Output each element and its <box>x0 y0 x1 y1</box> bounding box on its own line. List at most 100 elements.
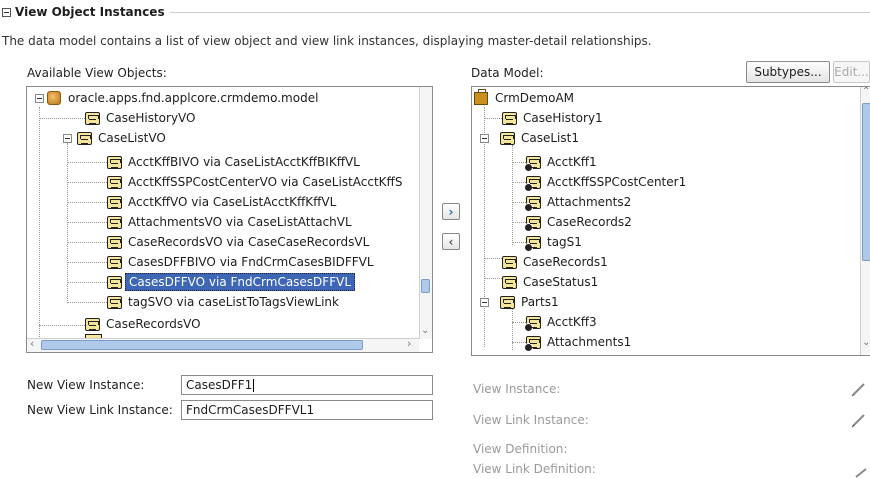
tree-node-label: CaseRecordsVO <box>106 317 201 331</box>
view-link-instance-icon <box>524 155 541 172</box>
edit-button[interactable]: Edit... <box>833 61 870 83</box>
scroll-right-icon[interactable]: › <box>407 337 411 350</box>
tree-node[interactable]: tagSVO via caseListToTagsViewLink <box>107 292 342 312</box>
view-instance-icon <box>502 111 517 125</box>
section-header[interactable]: View Object Instances <box>2 4 165 20</box>
data-model-label: Data Model: <box>471 66 544 80</box>
view-object-icon <box>107 195 122 209</box>
tree-node-label: CasesDFFBIVO via FndCrmCasesBIDFFVL <box>128 255 374 269</box>
scroll-up-icon[interactable]: ⌃ <box>862 87 870 97</box>
view-link-instance-icon <box>524 235 541 252</box>
tree-node-label: CaseList1 <box>521 131 579 145</box>
package-icon <box>47 91 61 105</box>
horizontal-scrollbar[interactable]: ‹ › <box>27 337 419 352</box>
tree-line <box>512 322 526 323</box>
tree-line <box>67 222 107 223</box>
tree-line <box>484 107 485 347</box>
tree-line <box>39 118 85 119</box>
tree-node[interactable]: Attachments1 <box>524 332 634 352</box>
new-view-instance-value: CasesDFF1 <box>186 378 253 392</box>
tree-line <box>67 242 107 243</box>
tree-node[interactable]: CaseList1 <box>500 128 582 148</box>
collapse-toggle-icon[interactable] <box>35 94 44 103</box>
tree-node[interactable]: AcctKffSSPCostCenter1 <box>524 172 689 192</box>
tree-node[interactable]: CaseRecordsVO via CaseCaseRecordsVL <box>107 232 372 252</box>
tree-node-label: AcctKffBIVO via CaseListAcctKffBIKffVL <box>128 155 360 169</box>
scrollbar-thumb[interactable] <box>421 279 430 293</box>
tree-node[interactable]: CaseRecords1 <box>502 252 611 272</box>
tree-line <box>512 202 526 203</box>
view-object-icon <box>107 235 122 249</box>
vertical-scrollbar[interactable]: ⌄ <box>419 87 432 339</box>
section-title: View Object Instances <box>15 5 165 19</box>
view-object-icon <box>107 275 122 289</box>
collapse-toggle-icon[interactable] <box>480 134 489 143</box>
tree-line <box>512 145 513 245</box>
tree-node-label: CaseHistoryVO <box>106 111 196 125</box>
tree-node-label: CaseListVO <box>98 131 166 145</box>
tree-node[interactable]: CaseHistoryVO <box>85 108 199 128</box>
tree-node-label: CasesDFFVO via FndCrmCasesDFFVL <box>125 273 355 291</box>
tree-node[interactable]: CaseHistory1 <box>502 108 606 128</box>
tree-node-label: CaseRecordsVO via CaseCaseRecordsVL <box>128 235 370 249</box>
arrow-left-icon: ‹ <box>448 234 454 249</box>
scroll-left-icon[interactable]: ‹ <box>30 337 34 350</box>
scrollbar-thumb[interactable] <box>862 103 870 261</box>
edit-pencil-icon[interactable] <box>854 466 868 478</box>
collapse-toggle-icon[interactable] <box>63 134 72 143</box>
tree-node[interactable]: AcctKff1 <box>524 152 600 172</box>
subtypes-button[interactable]: Subtypes... <box>746 61 830 83</box>
tree-line <box>67 182 107 183</box>
view-object-icon <box>107 155 122 169</box>
edit-pencil-icon[interactable] <box>850 412 866 428</box>
new-view-link-instance-label: New View Link Instance: <box>27 403 173 417</box>
view-object-icon <box>107 295 122 309</box>
tree-line <box>67 262 107 263</box>
scroll-down-icon[interactable]: ⌄ <box>421 325 429 336</box>
collapse-toggle-icon[interactable] <box>480 298 489 307</box>
available-view-objects-tree[interactable]: oracle.apps.fnd.applcore.crmdemo.model C… <box>26 86 433 353</box>
tree-node[interactable]: AttachmentsVO via CaseListAttachVL <box>107 212 355 232</box>
tree-node-label: oracle.apps.fnd.applcore.crmdemo.model <box>68 91 319 105</box>
new-view-link-instance-input[interactable]: FndCrmCasesDFFVL1 <box>181 400 433 420</box>
scrollbar-thumb[interactable] <box>41 340 363 350</box>
tree-node-root[interactable]: CrmDemoAM <box>474 88 577 108</box>
collapse-icon[interactable] <box>2 7 11 17</box>
application-module-icon <box>474 88 488 105</box>
tree-node[interactable]: AcctKffVO via CaseListAcctKffKffVL <box>107 192 339 212</box>
scroll-down-icon[interactable]: ⌄ <box>862 337 870 348</box>
view-link-instance-icon <box>524 195 541 212</box>
tree-node[interactable]: AcctKffBIVO via CaseListAcctKffBIKffVL <box>107 152 363 172</box>
tree-node-selected[interactable]: CasesDFFVO via FndCrmCasesDFFVL <box>107 272 355 292</box>
tree-line <box>39 107 40 347</box>
tree-node[interactable]: AcctKff3 <box>524 312 600 332</box>
view-object-icon <box>85 317 100 331</box>
view-link-instance-icon <box>524 335 541 352</box>
tree-node[interactable]: AcctKffSSPCostCenterVO via CaseListAcctK… <box>107 172 405 192</box>
vertical-scrollbar[interactable]: ⌃ ⌄ <box>860 87 870 355</box>
tree-node-label: AcctKff1 <box>547 155 597 169</box>
tree-line <box>512 222 526 223</box>
tree-node-package[interactable]: oracle.apps.fnd.applcore.crmdemo.model <box>47 88 321 108</box>
new-view-instance-input[interactable]: CasesDFF1 <box>181 375 433 395</box>
tree-line <box>484 118 502 119</box>
tree-line <box>512 162 526 163</box>
view-instance-icon <box>500 131 515 145</box>
view-instance-icon <box>502 255 517 269</box>
tree-node-label: AcctKffVO via CaseListAcctKffKffVL <box>128 195 337 209</box>
tree-node[interactable]: CasesDFFBIVO via FndCrmCasesBIDFFVL <box>107 252 377 272</box>
tree-node[interactable]: CaseRecordsVO <box>85 314 204 334</box>
add-to-data-model-button[interactable]: › <box>442 203 460 220</box>
tree-node[interactable]: Attachments2 <box>524 192 634 212</box>
edit-pencil-icon[interactable] <box>850 381 866 397</box>
tree-node-label: tagSVO via caseListToTagsViewLink <box>128 295 339 309</box>
view-object-icon <box>107 175 122 189</box>
remove-from-data-model-button[interactable]: ‹ <box>442 233 460 250</box>
tree-node[interactable]: CaseListVO <box>77 128 169 148</box>
tree-node[interactable]: CaseRecords2 <box>524 212 635 232</box>
data-model-tree[interactable]: CrmDemoAM CaseHistory1 CaseList1 AcctKff… <box>471 86 870 356</box>
tree-node[interactable]: tagS1 <box>524 232 585 252</box>
tree-node[interactable]: CaseStatus1 <box>502 272 601 292</box>
tree-node[interactable]: Parts1 <box>500 292 562 312</box>
tree-line <box>39 325 85 326</box>
